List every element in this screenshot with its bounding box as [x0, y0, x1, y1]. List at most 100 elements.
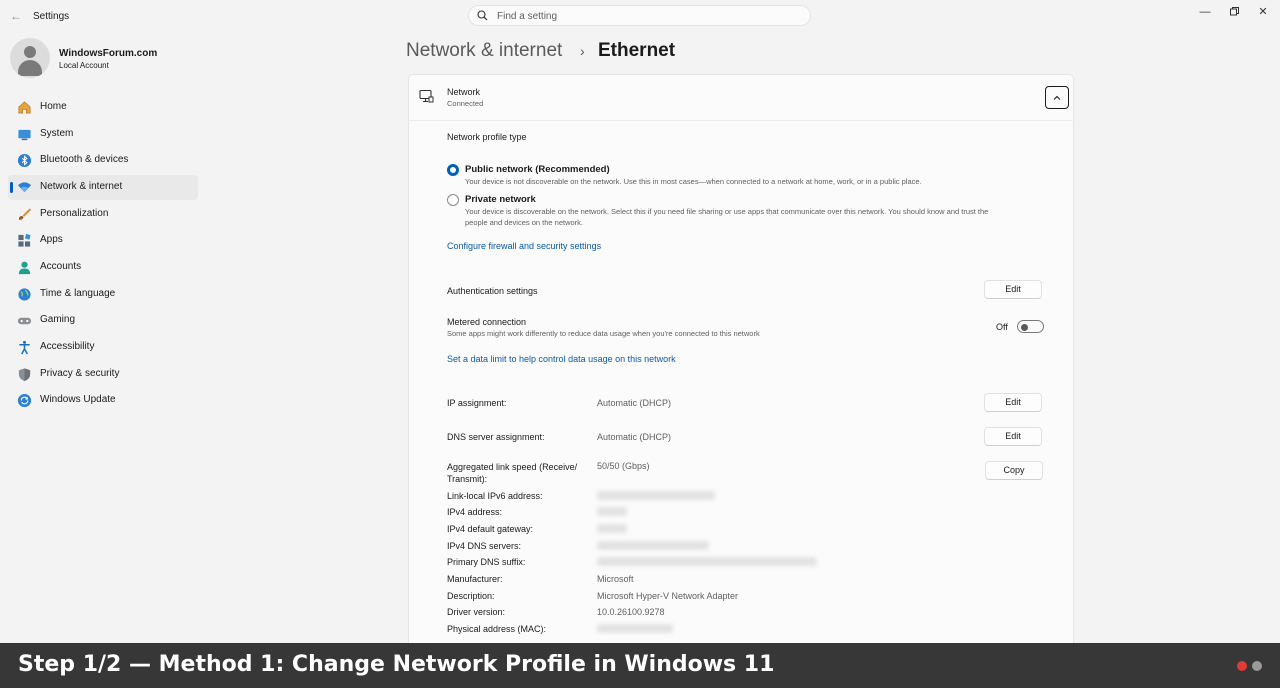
card-divider [408, 120, 1074, 121]
accessibility-icon [19, 340, 30, 355]
sidebar-item-accessibility[interactable]: Accessibility [8, 335, 198, 360]
avatar-head-icon [24, 46, 36, 58]
sidebar-item-label: Apps [40, 234, 63, 245]
back-arrow-icon[interactable]: ← [8, 8, 24, 24]
dns-assignment-label: DNS server assignment: [447, 432, 545, 442]
restore-icon [1229, 7, 1239, 16]
ip-assignment-value: Automatic (DHCP) [597, 398, 672, 408]
sidebar-item-label: Network & internet [40, 181, 123, 192]
sidebar-item-label: System [40, 128, 74, 139]
property-value: Microsoft Hyper-V Network Adapter [597, 591, 739, 601]
private-network-radio[interactable] [447, 194, 459, 206]
sidebar-item-time-language[interactable]: Time & language [8, 282, 198, 307]
redacted-value [597, 524, 627, 533]
breadcrumb-parent[interactable]: Network & internet [406, 40, 562, 62]
update-icon [17, 393, 32, 408]
brush-icon [18, 208, 32, 220]
property-label: Primary DNS suffix: [447, 557, 526, 567]
metered-toggle-state: Off [996, 322, 1008, 332]
ip-assignment-label: IP assignment: [447, 398, 507, 408]
breadcrumb-separator-icon: › [580, 43, 585, 59]
redacted-value [597, 507, 627, 516]
globe-clock-icon [18, 288, 31, 301]
ip-assignment-edit-button[interactable]: Edit [984, 393, 1042, 412]
gamepad-icon [17, 317, 32, 325]
bluetooth-icon [17, 153, 32, 168]
metered-connection-toggle[interactable] [1017, 320, 1044, 333]
minimize-button[interactable]: — [1193, 4, 1217, 20]
dns-assignment-value: Automatic (DHCP) [597, 432, 672, 442]
network-status: Connected [447, 99, 484, 108]
private-network-description: Your device is discoverable on the netwo… [465, 207, 989, 216]
search-box[interactable] [468, 5, 811, 26]
redacted-value [597, 541, 709, 550]
data-limit-link[interactable]: Set a data limit to help control data us… [447, 354, 676, 364]
shield-icon [18, 368, 31, 382]
sidebar-item-label: Home [40, 101, 67, 112]
search-icon [477, 10, 488, 21]
property-value: 10.0.26100.9278 [597, 607, 665, 617]
sidebar-item-label: Gaming [40, 314, 76, 325]
private-network-label[interactable]: Private network [465, 194, 536, 205]
sidebar-item-windows-update[interactable]: Windows Update [8, 388, 198, 413]
network-icon [17, 182, 32, 193]
search-input[interactable] [495, 8, 799, 25]
sidebar-item-label: Accounts [40, 261, 82, 272]
property-label: Driver version: [447, 607, 506, 617]
public-network-description: Your device is not discoverable on the n… [465, 177, 922, 186]
metered-connection-description: Some apps might work differently to redu… [447, 329, 760, 338]
sidebar-item-privacy[interactable]: Privacy & security [8, 362, 198, 387]
close-button[interactable]: ✕ [1251, 4, 1275, 20]
network-name: Network [447, 87, 481, 97]
property-label: Link-local IPv6 address: [447, 491, 543, 501]
sidebar-item-gaming[interactable]: Gaming [8, 308, 198, 333]
sidebar-item-label: Privacy & security [40, 368, 120, 379]
link-speed-value: 50/50 (Gbps) [597, 461, 650, 471]
property-label: Description: [447, 591, 495, 601]
sidebar-item-system[interactable]: System [8, 122, 198, 147]
app-title: Settings [33, 11, 70, 22]
sidebar-item-apps[interactable]: Apps [8, 228, 198, 253]
step-dot-inactive [1252, 661, 1262, 671]
sidebar-item-network[interactable]: Network & internet [8, 175, 198, 200]
link-speed-label: Aggregated link speed (Receive/ [447, 462, 578, 472]
public-network-label[interactable]: Public network (Recommended) [465, 164, 610, 175]
property-label: IPv4 DNS servers: [447, 541, 522, 551]
sidebar-item-label: Windows Update [40, 394, 116, 405]
account-name: WindowsForum.com [59, 48, 158, 59]
active-indicator [10, 182, 13, 193]
toggle-knob [1021, 323, 1028, 331]
sidebar-item-label: Bluetooth & devices [40, 154, 129, 165]
property-label: Physical address (MAC): [447, 624, 547, 634]
step-caption: Step 1/2 — Method 1: Change Network Prof… [18, 652, 775, 677]
sidebar-item-home[interactable]: Home [8, 95, 198, 120]
dns-assignment-edit-button[interactable]: Edit [984, 427, 1042, 446]
sidebar-item-label: Time & language [40, 288, 116, 299]
chevron-up-icon [1053, 95, 1061, 100]
step-dot-active [1237, 661, 1247, 671]
sidebar-item-accounts[interactable]: Accounts [8, 255, 198, 280]
redacted-value [597, 624, 673, 633]
property-label: IPv4 address: [447, 507, 503, 517]
avatar[interactable] [10, 38, 50, 78]
authentication-edit-button[interactable]: Edit [984, 280, 1042, 299]
ethernet-monitor-icon [419, 89, 434, 103]
property-label: Manufacturer: [447, 574, 503, 584]
public-network-radio[interactable] [447, 164, 459, 176]
accounts-icon [18, 261, 31, 275]
redacted-value [597, 557, 817, 566]
redacted-value [597, 491, 715, 500]
maximize-button[interactable] [1222, 4, 1246, 20]
avatar-body-icon [18, 60, 42, 76]
sidebar-item-bluetooth[interactable]: Bluetooth & devices [8, 148, 198, 173]
firewall-settings-link[interactable]: Configure firewall and security settings [447, 241, 601, 251]
home-icon [18, 101, 31, 114]
system-icon [18, 129, 31, 141]
property-label: IPv4 default gateway: [447, 524, 534, 534]
link-speed-label-cont: Transmit): [447, 474, 488, 484]
sidebar-item-label: Personalization [40, 208, 109, 219]
copy-properties-button[interactable]: Copy [985, 461, 1043, 480]
collapse-button[interactable] [1045, 86, 1069, 109]
account-type: Local Account [59, 61, 109, 70]
sidebar-item-personalization[interactable]: Personalization [8, 202, 198, 227]
